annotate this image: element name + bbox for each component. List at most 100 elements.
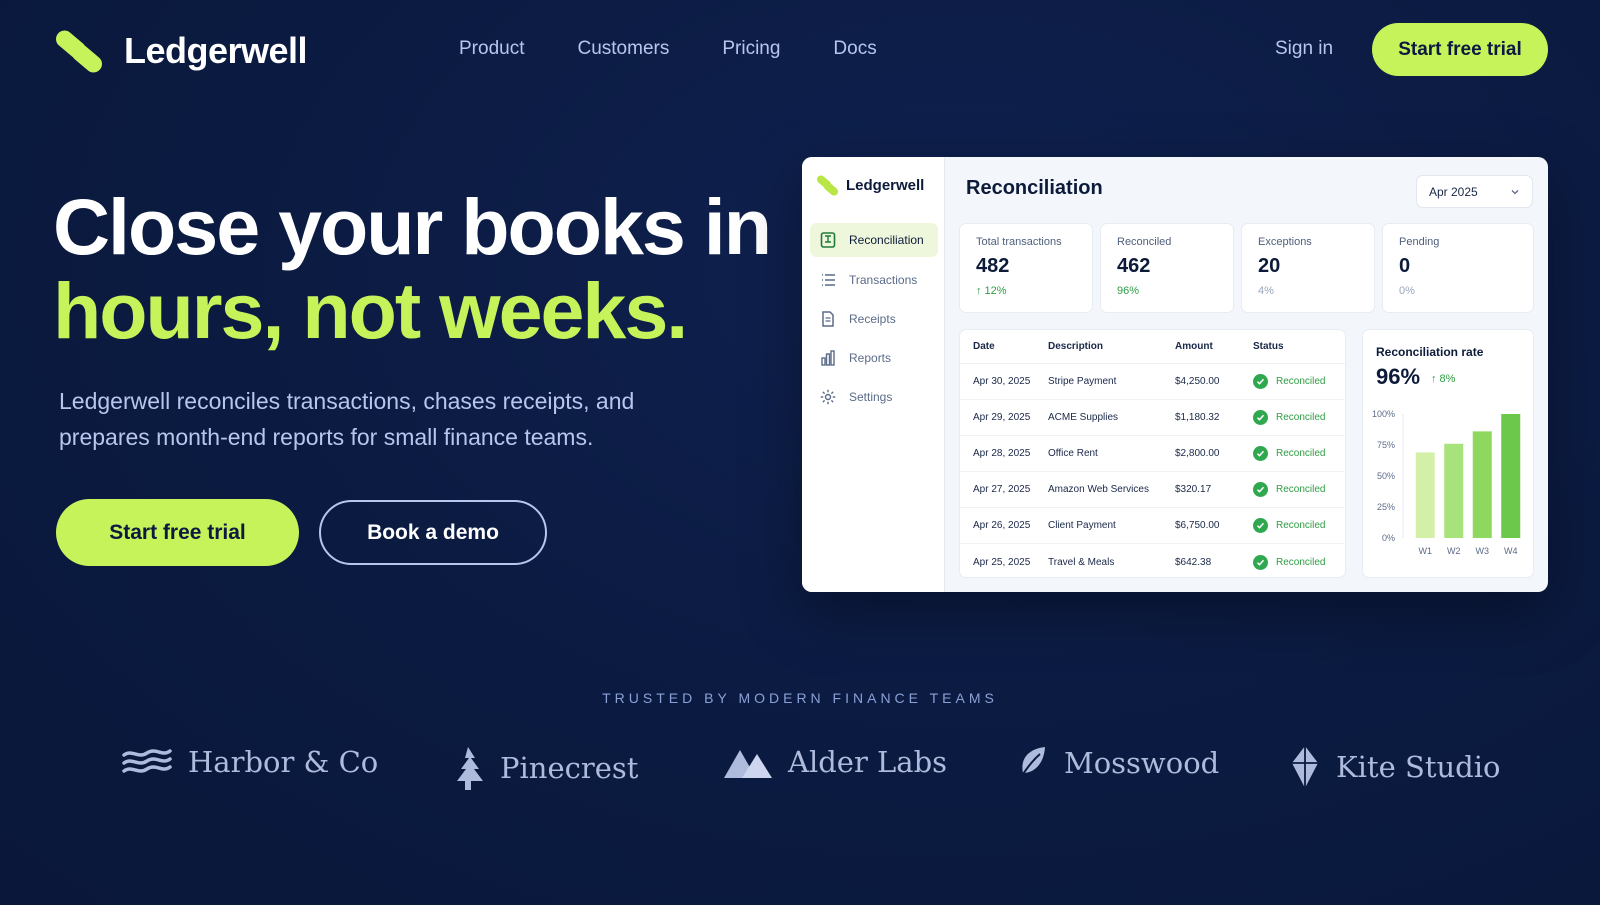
brand-pinecrest: Pinecrest xyxy=(452,745,638,791)
check-circle-icon xyxy=(1253,374,1268,389)
brand-logo[interactable]: Ledgerwell xyxy=(52,27,308,76)
month-select[interactable]: Apr 2025 xyxy=(1416,175,1533,208)
transactions-table: Date Description Amount Status Apr 30, 2… xyxy=(959,329,1347,580)
cell-description: Travel & Meals xyxy=(1048,556,1115,568)
stat-delta: 96% xyxy=(1117,285,1140,297)
y-tick-label: 100% xyxy=(1372,409,1395,419)
month-select-value: Apr 2025 xyxy=(1429,184,1478,199)
chevron-down-icon xyxy=(1511,189,1519,194)
stat-value: 20 xyxy=(1258,255,1281,277)
sidebar-item-label: Reconciliation xyxy=(849,233,924,247)
nav-link-docs[interactable]: Docs xyxy=(833,38,876,60)
rate-value: 96% xyxy=(1376,364,1421,389)
sidebar-item-transactions[interactable]: Transactions xyxy=(810,263,938,297)
brand-name: Pinecrest xyxy=(500,751,639,785)
nav-links: Product Customers Pricing Docs xyxy=(459,38,877,60)
table-row[interactable]: Apr 28, 2025 Office Rent $2,800.00 Recon… xyxy=(960,436,1347,472)
sidebar-item-label: Settings xyxy=(849,390,893,404)
mountain-icon xyxy=(724,750,772,778)
chart-bar xyxy=(1501,414,1521,538)
column-header-date[interactable]: Date xyxy=(973,341,995,352)
hero-title: Close your books in hours, not weeks. xyxy=(53,185,772,355)
cell-amount: $320.17 xyxy=(1175,484,1212,495)
stat-card-exceptions: Exceptions 20 4% xyxy=(1241,223,1375,313)
stat-card-reconciled: Reconciled 462 96% xyxy=(1100,223,1234,313)
check-circle-icon xyxy=(1253,554,1268,570)
sidebar-item-reports[interactable]: Reports xyxy=(810,341,938,375)
chart-bar xyxy=(1415,452,1435,538)
reconciliation-rate-card: Reconciliation rate 96% ↑ 8% 100% 75% 50% 2… xyxy=(1362,329,1534,578)
cell-amount: $1,180.32 xyxy=(1175,412,1220,423)
cell-status: Reconciled xyxy=(1253,518,1325,533)
table-row[interactable]: Apr 29, 2025 ACME Supplies $1,180.32 Rec… xyxy=(960,400,1347,436)
stat-value: 0 xyxy=(1399,255,1411,277)
x-tick-label: W1 xyxy=(1419,546,1433,556)
cell-amount: $642.38 xyxy=(1175,556,1212,568)
x-tick-label: W4 xyxy=(1504,546,1518,556)
cell-date: Apr 29, 2025 xyxy=(973,412,1031,423)
sidebar-item-reconciliation[interactable]: Reconciliation xyxy=(810,223,938,257)
nav-link-customers[interactable]: Customers xyxy=(577,38,669,60)
sign-in-link[interactable]: Sign in xyxy=(1275,38,1333,60)
sidebar-item-settings[interactable]: Settings xyxy=(810,380,938,414)
cell-status: Reconciled xyxy=(1253,374,1325,389)
table-row[interactable]: Apr 25, 2025 Travel & Meals $642.38 Reco… xyxy=(960,544,1347,580)
brand-name: Mosswood xyxy=(1064,746,1220,780)
status-badge: Reconciled xyxy=(1276,412,1326,423)
brand-name: Kite Studio xyxy=(1336,750,1501,784)
sidebar-item-label: Transactions xyxy=(849,273,918,287)
status-badge: Reconciled xyxy=(1276,556,1326,568)
trusted-by-label: TRUSTED BY MODERN FINANCE TEAMS xyxy=(602,690,998,706)
hero-subtitle: Ledgerwell reconciles transactions, chas… xyxy=(59,388,635,450)
cell-amount: $4,250.00 xyxy=(1175,376,1220,387)
column-header-amount[interactable]: Amount xyxy=(1175,341,1213,352)
brand-harbor: Harbor & Co xyxy=(122,745,378,779)
cell-description: Office Rent xyxy=(1048,448,1098,459)
check-circle-icon xyxy=(1253,518,1268,533)
dashboard-sidebar: Ledgerwell Reconciliation Transactions R… xyxy=(802,157,945,592)
stat-label: Reconciled xyxy=(1117,236,1172,248)
logo-mark-icon xyxy=(52,27,106,76)
nav-link-product[interactable]: Product xyxy=(459,38,524,60)
check-circle-icon xyxy=(1253,410,1268,425)
table-row[interactable]: Apr 27, 2025 Amazon Web Services $320.17… xyxy=(960,472,1347,508)
table-row[interactable]: Apr 26, 2025 Client Payment $6,750.00 Re… xyxy=(960,508,1347,544)
cell-date: Apr 27, 2025 xyxy=(973,484,1031,495)
brand-name: Alder Labs xyxy=(788,745,948,779)
hero-start-trial-button[interactable]: Start free trial xyxy=(56,499,299,566)
rate-title: Reconciliation rate xyxy=(1376,345,1484,359)
sidebar-item-receipts[interactable]: Receipts xyxy=(810,302,938,336)
chart-bar xyxy=(1444,443,1464,538)
cell-amount: $2,800.00 xyxy=(1175,448,1220,459)
column-header-status[interactable]: Status xyxy=(1253,341,1284,352)
cell-date: Apr 30, 2025 xyxy=(973,376,1031,387)
hero-title-line2: hours, not weeks. xyxy=(53,266,688,355)
cell-date: Apr 25, 2025 xyxy=(973,556,1031,568)
cell-date: Apr 26, 2025 xyxy=(973,520,1031,531)
reconciliation-rate-chart: 100% 75% 50% 25% 0% W1 W2 W3 W4 xyxy=(1372,409,1521,556)
leaf-icon xyxy=(1019,747,1045,780)
pine-tree-icon xyxy=(457,747,483,790)
y-tick-label: 50% xyxy=(1377,471,1395,481)
book-demo-button[interactable]: Book a demo xyxy=(319,500,547,565)
cell-status: Reconciled xyxy=(1253,482,1325,497)
cell-description: ACME Supplies xyxy=(1048,412,1119,423)
check-circle-icon xyxy=(1253,446,1268,461)
logo-mark-icon xyxy=(815,173,840,198)
cell-status: Reconciled xyxy=(1253,410,1325,425)
nav-start-trial-button[interactable]: Start free trial xyxy=(1372,23,1548,76)
check-circle-icon xyxy=(1253,482,1268,497)
table-row[interactable]: Apr 30, 2025 Stripe Payment $4,250.00 Re… xyxy=(960,364,1347,400)
sidebar-item-label: Reports xyxy=(849,351,892,365)
stat-label: Exceptions xyxy=(1258,236,1312,248)
nav-link-pricing[interactable]: Pricing xyxy=(722,38,780,60)
kite-icon xyxy=(1292,746,1318,788)
x-tick-label: W2 xyxy=(1447,546,1461,556)
column-header-description[interactable]: Description xyxy=(1048,341,1103,352)
stat-label: Pending xyxy=(1399,236,1440,248)
chart-bar xyxy=(1472,431,1492,538)
logo-text: Ledgerwell xyxy=(124,30,308,71)
cell-status: Reconciled xyxy=(1253,446,1325,461)
bar-chart-icon xyxy=(821,350,835,366)
cell-date: Apr 28, 2025 xyxy=(973,448,1031,459)
